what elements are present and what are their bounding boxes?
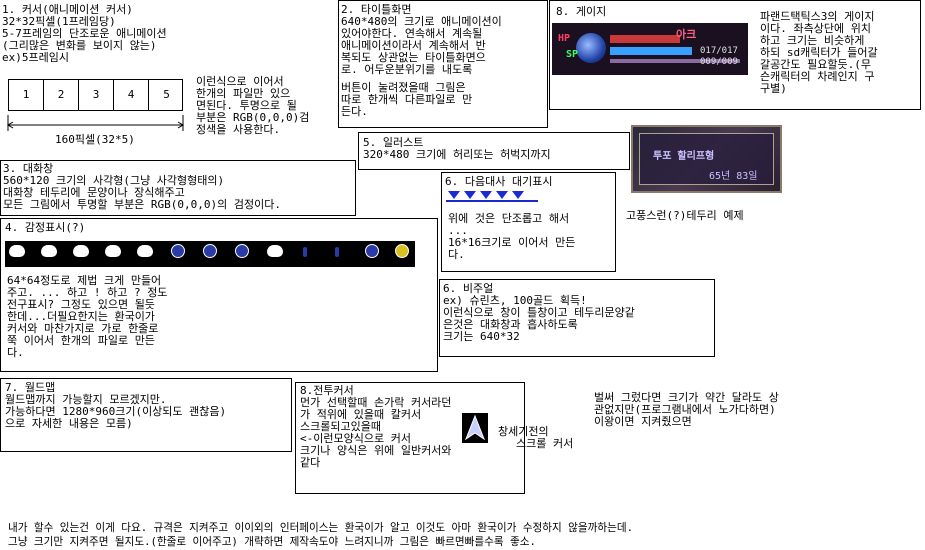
frame-cell: 5 <box>163 88 170 101</box>
sec1-desc-4: 정색을 사용한다. <box>196 123 281 136</box>
frame-cell: 3 <box>79 80 114 110</box>
emotion-bubble <box>105 245 121 257</box>
triangle-frame <box>448 191 460 199</box>
section-illustration: 5. 일러스트 320*480 크기에 허리또는 허벅지까지 <box>358 132 630 170</box>
emotion-strip <box>5 241 415 267</box>
sec4-title: 4. 감정표시(?) <box>5 221 86 234</box>
sec8c-side-1: 스크롤 커서 <box>516 437 574 450</box>
emotion-bulb <box>395 244 409 258</box>
frame-stats: 65년 83일 <box>709 171 758 182</box>
gauge-orb <box>576 33 606 63</box>
frame-strip: 1 2 3 4 5 <box>8 79 183 111</box>
emotion-swirl <box>171 244 185 258</box>
gauge-hp-bar <box>610 35 680 43</box>
triangle-frame <box>496 191 508 199</box>
emotion-bubble <box>137 245 153 257</box>
sec4-line-5: 쭉 이어서 한개의 파일로 만든 <box>7 334 155 347</box>
dimension-label: 160픽셀(32*5) <box>55 133 135 146</box>
emotion-bubble <box>41 245 57 257</box>
triangle-frame <box>464 191 476 199</box>
sec8c-line-6: 같다 <box>300 456 321 469</box>
section-gauge: 8. 게이지 HP SP 아크 017/017 009/009 파랜드택틱스3의… <box>549 0 921 110</box>
frame-cell: 2 <box>44 80 79 110</box>
triangle-frame <box>480 191 492 199</box>
frame-name: 투포 할리프형 <box>653 151 715 162</box>
gauge-sp-bar <box>610 47 692 55</box>
sec3-line-3: 모든 그림에서 투명할 부분은 RGB(0,0,0)의 검정이다. <box>3 198 281 211</box>
scroll-cursor-icon <box>462 413 488 443</box>
note-line-2: 이왕이면 지켜줬으면 <box>594 415 692 428</box>
sec8c-line-5: 크기나 양식은 위에 일반커서와 <box>300 444 452 457</box>
triangle-strip-underline <box>446 200 538 202</box>
emotion-bubble <box>9 245 25 257</box>
frame-cell: 4 <box>114 80 149 110</box>
triangle-strip <box>446 187 538 203</box>
section-world-map: 7. 월드맵 월드맵까지 가능할지 모르겠지만. 가능하다면 1280*960크… <box>0 378 292 452</box>
section-emotion: 4. 감정표시(?) 64*64정도로 제법 크게 만들어 주고. ... 하고… <box>0 218 438 372</box>
sec8g-title: 8. 게이지 <box>556 5 607 18</box>
section-battle-cursor: 8.전투커서 먼가 선택할때 손가락 커서라던 가 적위에 있을때 칼커서 스크… <box>295 382 525 494</box>
emotion-bubble <box>73 245 89 257</box>
sec8g-desc-6: 구별) <box>760 82 787 95</box>
emotion-question <box>365 244 379 258</box>
sec6a-line-4: 16*16크기로 이어서 만든 <box>448 236 576 249</box>
sec6a-line-5: 다. <box>448 248 465 261</box>
sec2-line-5: 로. 어두운분위기를 내도록 <box>341 63 473 76</box>
section-title-screen: 2. 타이틀화면 640*480의 크기로 애니메이션이 있어야한다. 연속해서… <box>338 0 548 128</box>
emotion-swirl <box>203 244 217 258</box>
sec2-line-8: 든다. <box>341 105 368 118</box>
sec1-line-4: ex)5프레임시 <box>2 51 69 64</box>
gauge-hp-label: HP <box>558 33 571 44</box>
footer-line-1: 그냥 크기만 지켜주면 될지도.(한줄로 이어주고) 개략하면 제작속도야 느려… <box>8 536 536 548</box>
frame-example-image: 투포 할리프형 65년 83일 <box>631 125 782 193</box>
section-cursor: 1. 커서(애니메이션 커서) 32*32픽셀(1프레임당) 5-7프레임의 단… <box>0 0 192 64</box>
emotion-exclaim <box>335 247 339 257</box>
emotion-bubble <box>267 245 283 257</box>
sec6b-line-4: 크기는 640*32 <box>443 330 520 343</box>
gauge-sp-label: SP <box>566 49 579 60</box>
gauge-sp-value: 009/009 <box>700 57 738 67</box>
sec7-line-3: 으로 자세한 내용은 모름) <box>5 417 133 430</box>
gauge-image: HP SP 아크 017/017 009/009 <box>552 23 748 75</box>
dimension-line <box>7 115 184 131</box>
footer-line-0: 내가 할수 있는건 이게 다요. 규격은 지켜주고 이이외의 인터페이스는 환국… <box>8 522 633 534</box>
sec4-line-6: 다. <box>7 346 24 359</box>
emotion-swirl <box>235 244 249 258</box>
section-next-indicator: 6. 다음대사 대기표시 위에 것은 단조롭고 해서 ... 16*16크기로 … <box>441 172 616 272</box>
sec5-line-1: 320*480 크기에 허리또는 허벅지까지 <box>363 148 551 161</box>
frame-cell: 1 <box>9 80 44 110</box>
frame-caption: 고풍스런(?)테두리 예제 <box>626 209 744 222</box>
emotion-exclaim <box>303 247 307 257</box>
gauge-name: 아크 <box>676 28 697 41</box>
section-dialog: 3. 대화창 560*120 크기의 사각형(그냥 사각형형태의) 대화창 테두… <box>0 160 356 216</box>
triangle-frame <box>512 191 524 199</box>
section-visual: 6. 비주얼 ex) 슈린츠, 100골드 획득! 이런식으로 창이 틀창이고 … <box>439 279 715 357</box>
